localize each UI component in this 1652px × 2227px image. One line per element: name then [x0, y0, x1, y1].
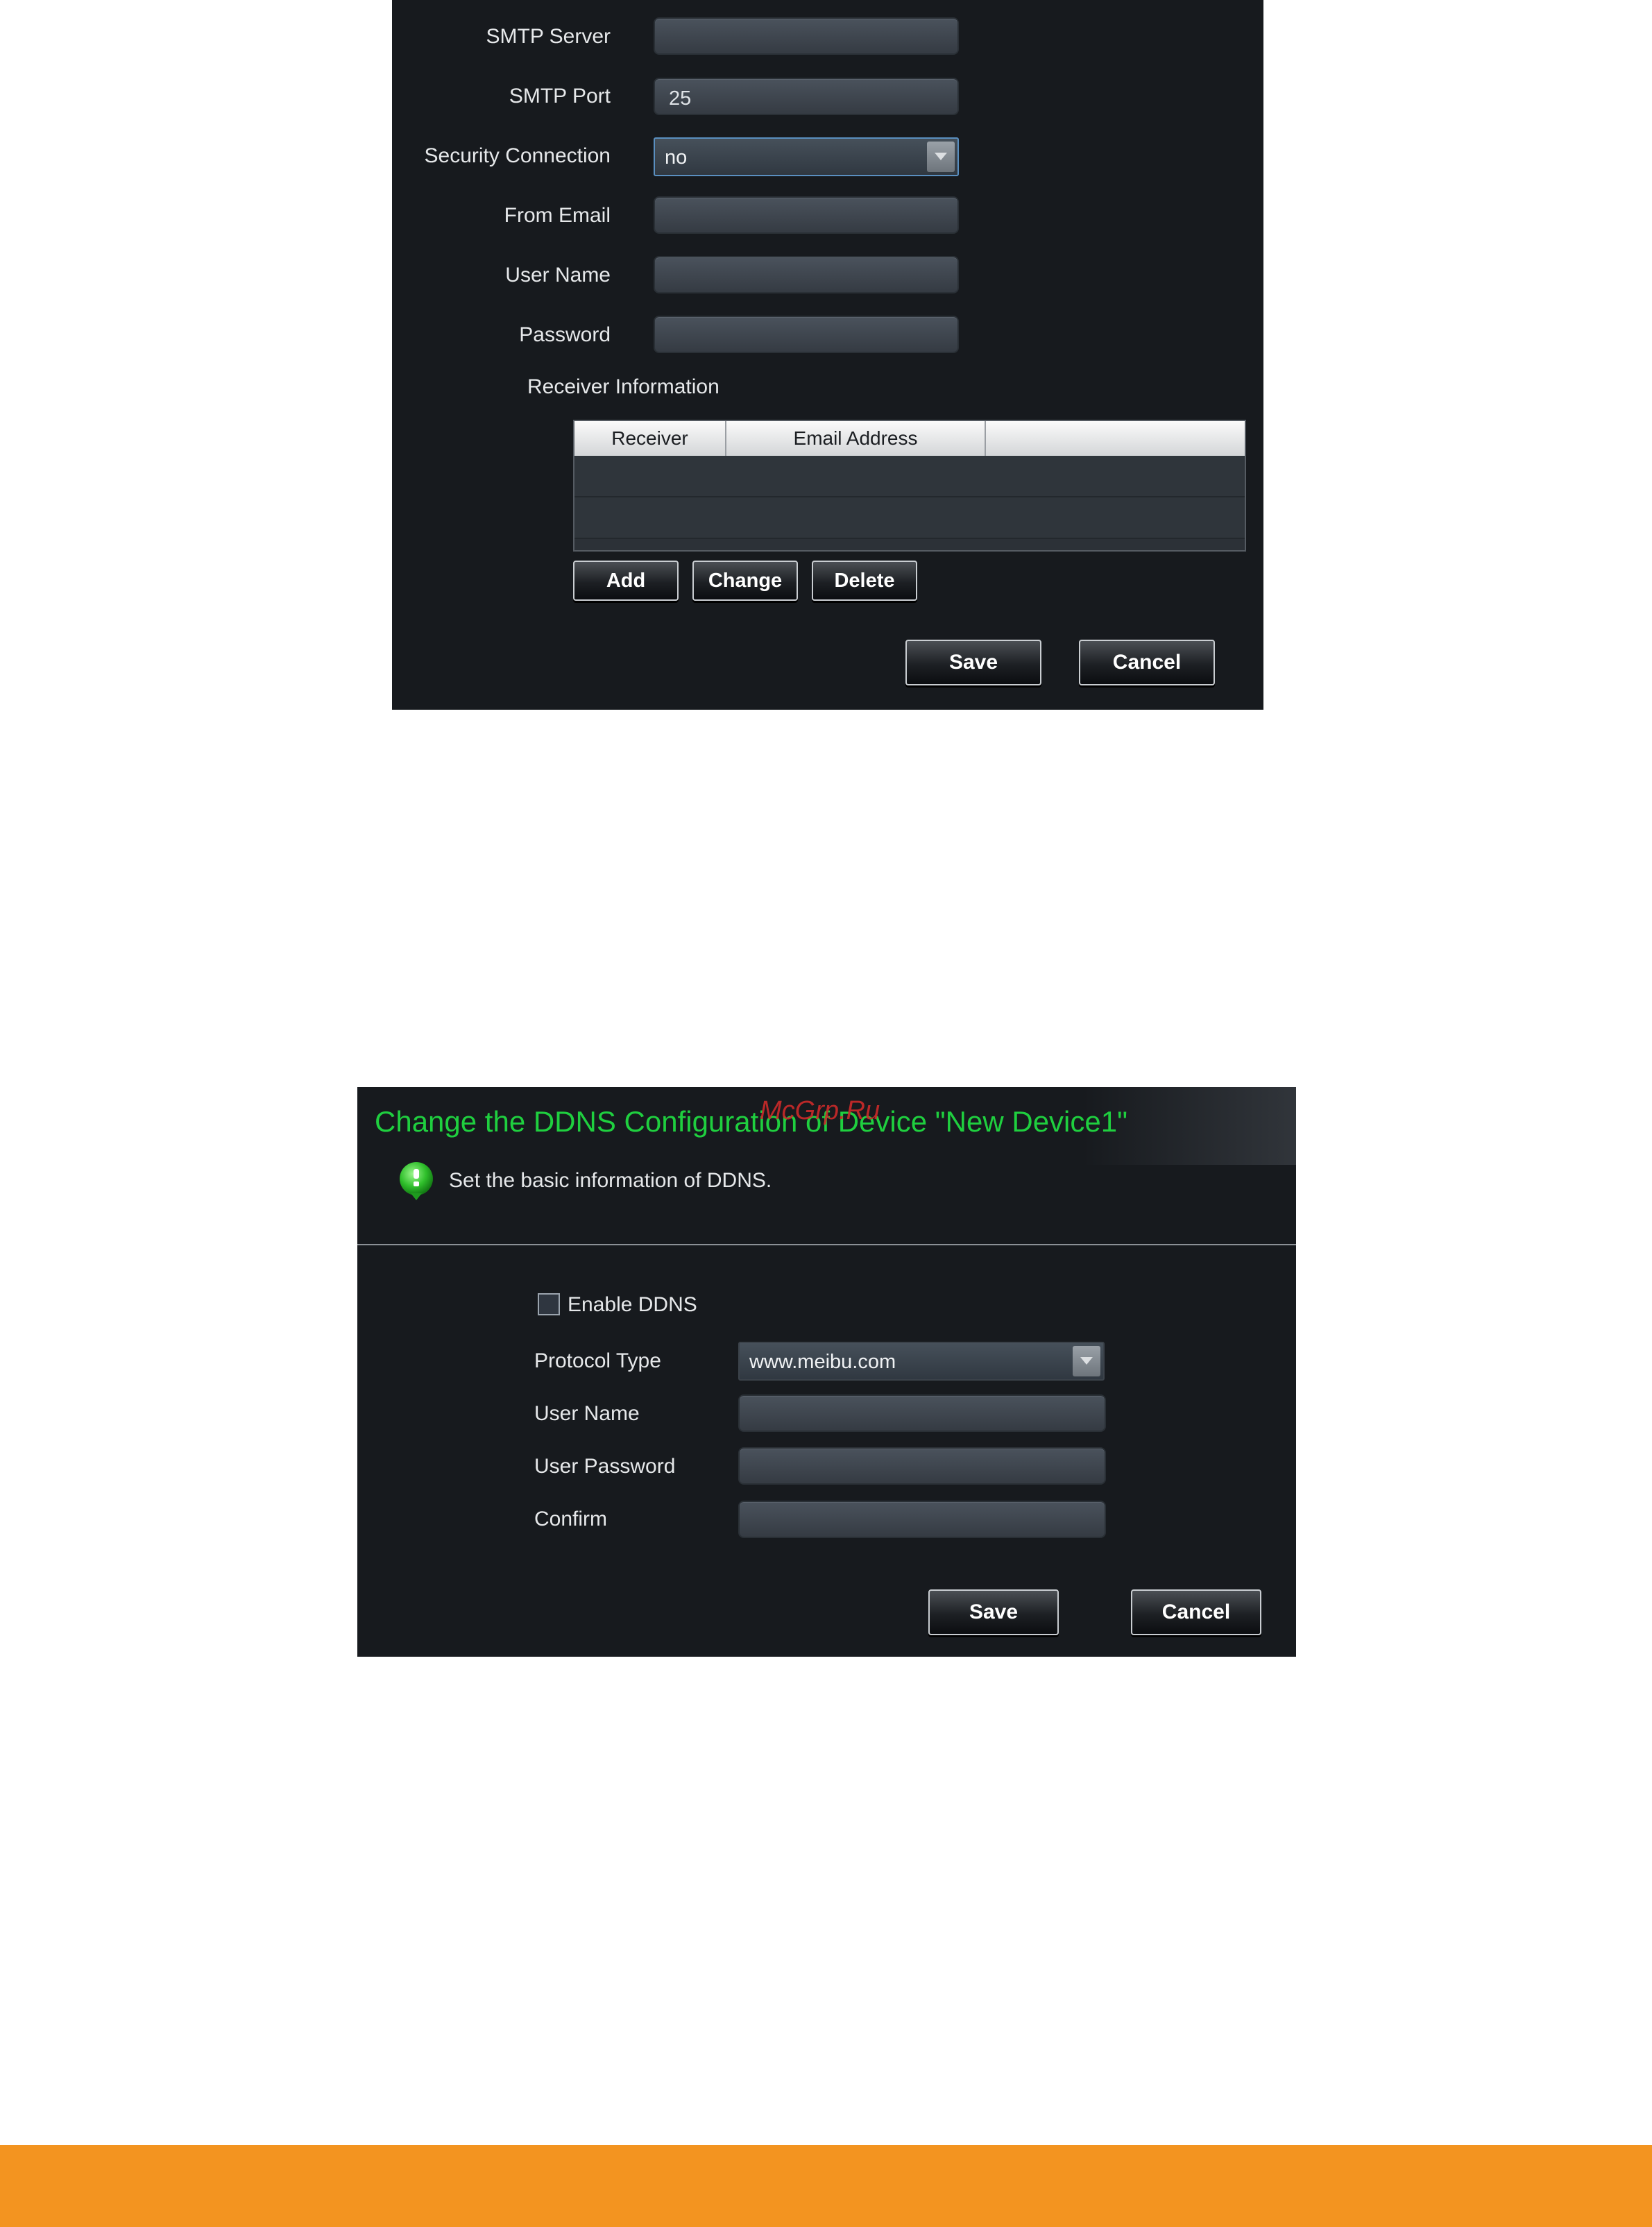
- security-connection-label: Security Connection: [424, 144, 611, 167]
- protocol-type-select[interactable]: www.meibu.com: [738, 1342, 1105, 1381]
- security-connection-select[interactable]: no: [654, 137, 959, 176]
- watermark: McGrp.Ru: [760, 1096, 880, 1125]
- table-row[interactable]: [574, 497, 1245, 539]
- user-name-input[interactable]: [654, 256, 959, 293]
- smtp-server-label: SMTP Server: [486, 25, 611, 48]
- smtp-port-label: SMTP Port: [509, 85, 611, 108]
- page-footer-bar: [0, 2145, 1652, 2227]
- column-header-receiver[interactable]: Receiver: [574, 421, 726, 456]
- password-label: Password: [519, 323, 611, 346]
- table-row[interactable]: [574, 456, 1245, 497]
- ddns-save-button[interactable]: Save: [928, 1589, 1059, 1635]
- delete-button[interactable]: Delete: [812, 561, 917, 601]
- password-input[interactable]: [654, 316, 959, 353]
- ddns-confirm-input[interactable]: [738, 1501, 1106, 1538]
- dialog-title: Change the DDNS Configuration of Device …: [375, 1105, 1128, 1138]
- user-name-label: User Name: [505, 264, 611, 287]
- divider: [357, 1244, 1296, 1245]
- chevron-down-icon[interactable]: [927, 142, 955, 172]
- ddns-user-password-input[interactable]: [738, 1447, 1106, 1485]
- smtp-port-input[interactable]: 25: [654, 78, 959, 115]
- receiver-table-header: Receiver Email Address: [574, 421, 1245, 456]
- chevron-down-icon[interactable]: [1073, 1346, 1100, 1376]
- ddns-user-name-input[interactable]: [738, 1394, 1106, 1432]
- protocol-type-label: Protocol Type: [534, 1349, 661, 1372]
- change-button[interactable]: Change: [692, 561, 798, 601]
- column-header-empty[interactable]: [986, 421, 1245, 456]
- from-email-label: From Email: [504, 204, 611, 227]
- ddns-user-password-label: User Password: [534, 1455, 676, 1478]
- column-header-email-address[interactable]: Email Address: [726, 421, 986, 456]
- receiver-information-label: Receiver Information: [527, 375, 719, 398]
- protocol-type-value: www.meibu.com: [749, 1351, 896, 1373]
- info-bubble-icon: [400, 1162, 433, 1200]
- smtp-server-input[interactable]: [654, 17, 959, 55]
- ddns-user-name-label: User Name: [534, 1402, 640, 1425]
- add-button[interactable]: Add: [573, 561, 679, 601]
- from-email-input[interactable]: [654, 196, 959, 234]
- enable-ddns-label: Enable DDNS: [568, 1293, 697, 1316]
- enable-ddns-checkbox[interactable]: [538, 1293, 560, 1315]
- receiver-table[interactable]: Receiver Email Address: [573, 420, 1246, 552]
- smtp-cancel-button[interactable]: Cancel: [1079, 640, 1215, 685]
- dialog-subtitle: Set the basic information of DDNS.: [449, 1169, 772, 1192]
- security-connection-value: no: [665, 146, 688, 169]
- smtp-save-button[interactable]: Save: [905, 640, 1041, 685]
- ddns-cancel-button[interactable]: Cancel: [1131, 1589, 1261, 1635]
- ddns-confirm-label: Confirm: [534, 1508, 608, 1530]
